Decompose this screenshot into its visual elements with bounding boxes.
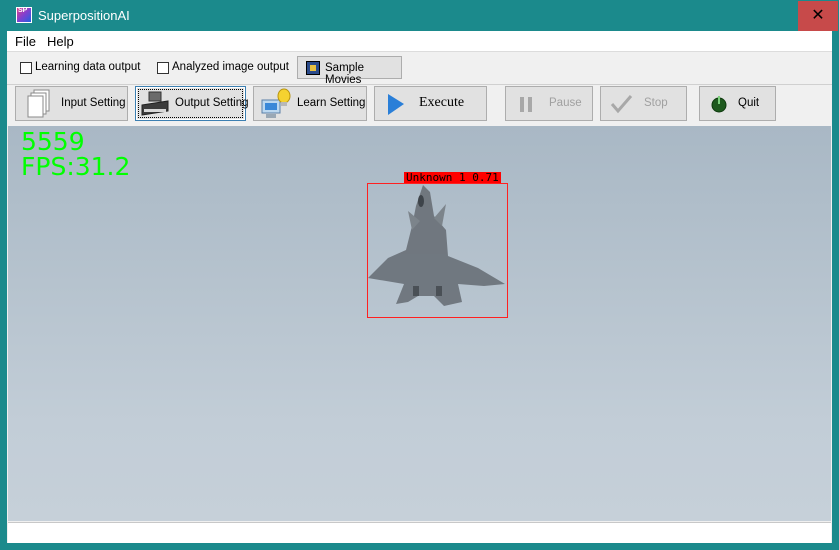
detection-bounding-box [367,183,508,318]
documents-icon [27,89,50,118]
pause-button[interactable]: Pause [505,86,593,121]
title-bar[interactable]: SP SuperpositionAI ✕ [0,0,839,31]
app-icon: SP [16,7,32,23]
pause-label: Pause [549,97,582,109]
menu-help[interactable]: Help [47,34,74,49]
learn-setting-button[interactable]: Learn Setting [253,86,367,121]
quit-label: Quit [738,97,760,109]
execute-label: Execute [419,95,465,110]
power-icon [711,96,727,113]
app-window: SP SuperpositionAI ✕ File Help Learning … [0,0,839,550]
learn-setting-label: Learn Setting [297,97,366,109]
options-bar: Learning data output Analyzed image outp… [7,52,832,86]
sample-movies-label: Sample Movies [325,62,364,86]
input-setting-label: Input Setting [61,97,126,109]
close-icon: ✕ [811,7,825,24]
client-area: File Help Learning data output Analyzed … [7,31,832,543]
play-icon [388,94,404,115]
window-title: SuperpositionAI [38,8,130,23]
stop-label: Stop [644,97,668,109]
pause-icon [520,97,532,112]
close-button[interactable]: ✕ [798,1,838,31]
learning-data-output-label[interactable]: Learning data output [35,61,141,73]
output-setting-label: Output Setting [175,97,249,109]
analyzed-image-output-label[interactable]: Analyzed image output [172,61,289,73]
detection-label: Unknown 1 0.71 [404,171,501,184]
printer-icon [141,91,169,116]
video-preview: 5559 FPS:31.2 Unknown 1 0.71 [8,126,831,521]
execute-button[interactable]: Execute [374,86,487,121]
computer-lightbulb-icon [261,88,291,118]
menu-bar: File Help [7,31,832,52]
film-icon [306,61,320,75]
stop-button[interactable]: Stop [600,86,687,121]
app-icon-text: SP [18,7,28,14]
checkmark-icon [610,95,633,114]
toolbar: Input Setting Output Setting Learn Setti… [7,85,832,125]
input-setting-button[interactable]: Input Setting [15,86,128,121]
learning-data-output-checkbox[interactable] [20,62,32,74]
output-setting-button[interactable]: Output Setting [135,86,249,121]
menu-file[interactable]: File [15,34,36,49]
status-bar [8,522,831,543]
quit-button[interactable]: Quit [699,86,776,121]
analyzed-image-output-checkbox[interactable] [157,62,169,74]
sample-movies-button[interactable]: Sample Movies [297,56,402,86]
